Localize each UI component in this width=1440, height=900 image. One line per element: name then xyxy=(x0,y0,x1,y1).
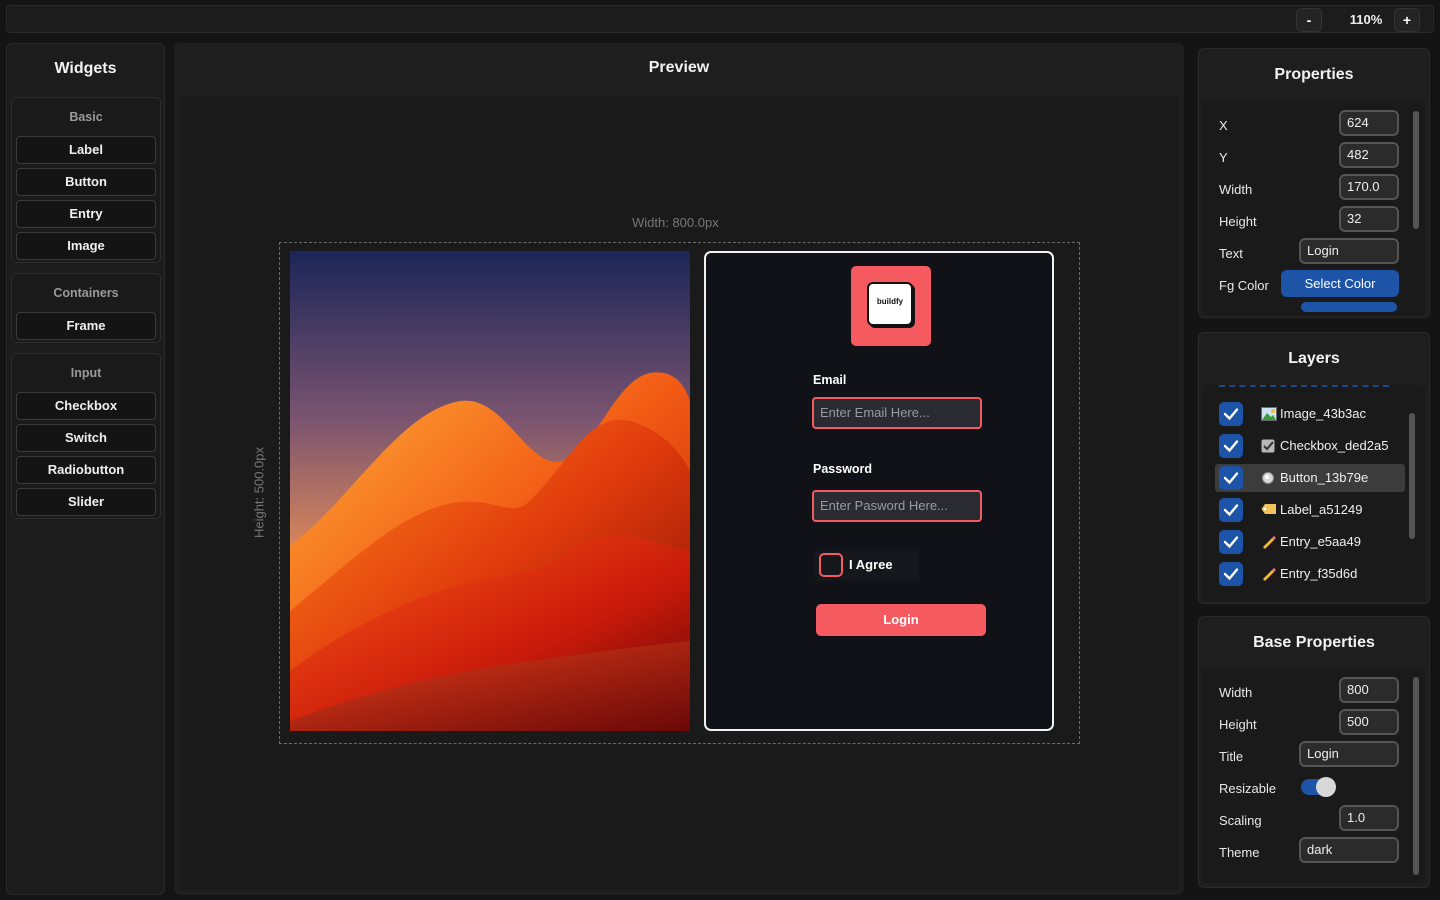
theme-field[interactable]: dark xyxy=(1299,837,1399,863)
layer-name: Button_13b79e xyxy=(1280,470,1369,485)
widget-radiobutton-button[interactable]: Radiobutton xyxy=(16,456,156,484)
base-properties-scrollbar[interactable] xyxy=(1413,677,1419,875)
layers-scrollbar[interactable] xyxy=(1409,413,1415,539)
width-dimension-label: Width: 800.0px xyxy=(632,215,719,230)
width-label: Width xyxy=(1219,182,1253,197)
layer-name: Label_a51249 xyxy=(1280,502,1363,517)
properties-body: X 624 Y 482 Width 170.0 Height 32 Text L… xyxy=(1203,101,1425,315)
agree-label: I Agree xyxy=(849,557,893,572)
checkbox-square-icon[interactable] xyxy=(819,553,843,577)
base-height-label: Height xyxy=(1219,717,1257,732)
zoom-out-button[interactable]: - xyxy=(1296,8,1322,32)
layer-row[interactable]: Entry_f35d6d xyxy=(1215,560,1405,588)
widget-button-button[interactable]: Button xyxy=(16,168,156,196)
base-properties-panel: Base Properties Width 800 Height 500 Tit… xyxy=(1198,616,1430,888)
fg-color-label: Fg Color xyxy=(1219,278,1269,293)
scaling-field[interactable]: 1.0 xyxy=(1339,805,1399,831)
base-width-field[interactable]: 800 xyxy=(1339,677,1399,703)
layer-row[interactable]: Checkbox_ded2a5 xyxy=(1215,432,1405,460)
scroll-clip-top xyxy=(1219,385,1389,388)
zoom-level: 110% xyxy=(1349,12,1383,27)
x-field[interactable]: 624 xyxy=(1339,110,1399,136)
widget-group-containers: Containers Frame xyxy=(11,273,161,343)
widget-label-button[interactable]: Label xyxy=(16,136,156,164)
layer-row[interactable]: Label_a51249 xyxy=(1215,496,1405,524)
layer-visible-checkbox[interactable] xyxy=(1219,466,1243,490)
widgets-title: Widgets xyxy=(54,60,117,77)
zoom-in-button[interactable]: + xyxy=(1394,8,1420,32)
pencil-icon xyxy=(1261,567,1277,581)
layer-visible-checkbox[interactable] xyxy=(1219,402,1243,426)
checkbox-icon xyxy=(1261,439,1277,453)
layer-name: Entry_e5aa49 xyxy=(1280,534,1361,549)
widget-group-basic: Basic Label Button Entry Image xyxy=(11,97,161,263)
mountain-image[interactable] xyxy=(290,251,690,731)
layer-visible-checkbox[interactable] xyxy=(1219,530,1243,554)
height-dimension-label: Height: 500.0px xyxy=(251,446,267,539)
switch-knob xyxy=(1316,777,1336,797)
email-label: Email xyxy=(813,373,847,387)
resizable-switch[interactable] xyxy=(1301,777,1336,797)
pencil-icon xyxy=(1261,535,1277,549)
layer-visible-checkbox[interactable] xyxy=(1219,434,1243,458)
layer-visible-checkbox[interactable] xyxy=(1219,498,1243,522)
layer-name: Checkbox_ded2a5 xyxy=(1280,438,1389,453)
widget-entry-button[interactable]: Entry xyxy=(16,200,156,228)
y-label: Y xyxy=(1219,150,1228,165)
widget-checkbox-button[interactable]: Checkbox xyxy=(16,392,156,420)
base-properties-body: Width 800 Height 500 Title Login Resizab… xyxy=(1203,669,1425,883)
select-color-button[interactable]: Select Color xyxy=(1281,270,1399,297)
layer-row[interactable]: Entry_e5aa49 xyxy=(1215,528,1405,556)
image-icon xyxy=(1261,407,1277,421)
resizable-label: Resizable xyxy=(1219,781,1277,796)
button-icon xyxy=(1261,471,1277,485)
logo-text: buildfy xyxy=(876,297,904,306)
label-icon xyxy=(1261,503,1277,517)
email-field[interactable]: Enter Email Here... xyxy=(812,397,982,429)
layer-row[interactable]: Image_43b3ac xyxy=(1215,400,1405,428)
password-label: Password xyxy=(813,462,873,476)
x-label: X xyxy=(1219,118,1228,133)
base-width-label: Width xyxy=(1219,685,1253,700)
logo-badge: buildfy xyxy=(867,282,913,326)
widget-group-input: Input Checkbox Switch Radiobutton Slider xyxy=(11,353,161,519)
layer-name: Image_43b3ac xyxy=(1280,406,1367,421)
scaling-label: Scaling xyxy=(1219,813,1262,828)
width-field[interactable]: 170.0 xyxy=(1339,174,1399,200)
widget-frame-button[interactable]: Frame xyxy=(16,312,156,340)
widget-group-title: Containers xyxy=(53,286,119,300)
widget-group-title: Basic xyxy=(69,110,103,124)
widget-slider-button[interactable]: Slider xyxy=(16,488,156,516)
text-label: Text xyxy=(1219,246,1243,261)
layer-visible-checkbox[interactable] xyxy=(1219,562,1243,586)
widget-group-title: Input xyxy=(70,366,102,380)
properties-panel: Properties X 624 Y 482 Width 170.0 Heigh… xyxy=(1198,48,1430,318)
title-field[interactable]: Login xyxy=(1299,741,1399,767)
title-label: Title xyxy=(1219,749,1244,764)
layer-row-selected[interactable]: Button_13b79e xyxy=(1215,464,1405,492)
layers-list: Image_43b3ac Checkbox_ded2a5 Button_13b7… xyxy=(1203,385,1425,601)
partial-color-button[interactable] xyxy=(1301,302,1397,312)
text-field[interactable]: Login xyxy=(1299,238,1399,264)
layers-panel: Layers Image_43b3ac Checkbox_ded2a5 Butt… xyxy=(1198,332,1430,604)
widgets-panel: Widgets Basic Label Button Entry Image C… xyxy=(6,43,165,895)
agree-checkbox[interactable]: I Agree xyxy=(815,549,919,581)
y-field[interactable]: 482 xyxy=(1339,142,1399,168)
top-toolbar: - 110% + xyxy=(6,5,1434,33)
password-field[interactable]: Enter Pasword Here... xyxy=(812,490,982,522)
height-label: Height xyxy=(1219,214,1257,229)
layers-title: Layers xyxy=(1288,350,1340,367)
height-field[interactable]: 32 xyxy=(1339,206,1399,232)
logo-image[interactable]: buildfy xyxy=(851,266,931,346)
login-button[interactable]: Login xyxy=(816,604,986,636)
layer-name: Entry_f35d6d xyxy=(1280,566,1358,581)
properties-scrollbar[interactable] xyxy=(1413,111,1419,229)
base-height-field[interactable]: 500 xyxy=(1339,709,1399,735)
widget-switch-button[interactable]: Switch xyxy=(16,424,156,452)
preview-title: Preview xyxy=(648,59,710,76)
widget-image-button[interactable]: Image xyxy=(16,232,156,260)
properties-title: Properties xyxy=(1274,66,1354,83)
theme-label: Theme xyxy=(1219,845,1260,860)
base-properties-title: Base Properties xyxy=(1253,634,1375,651)
